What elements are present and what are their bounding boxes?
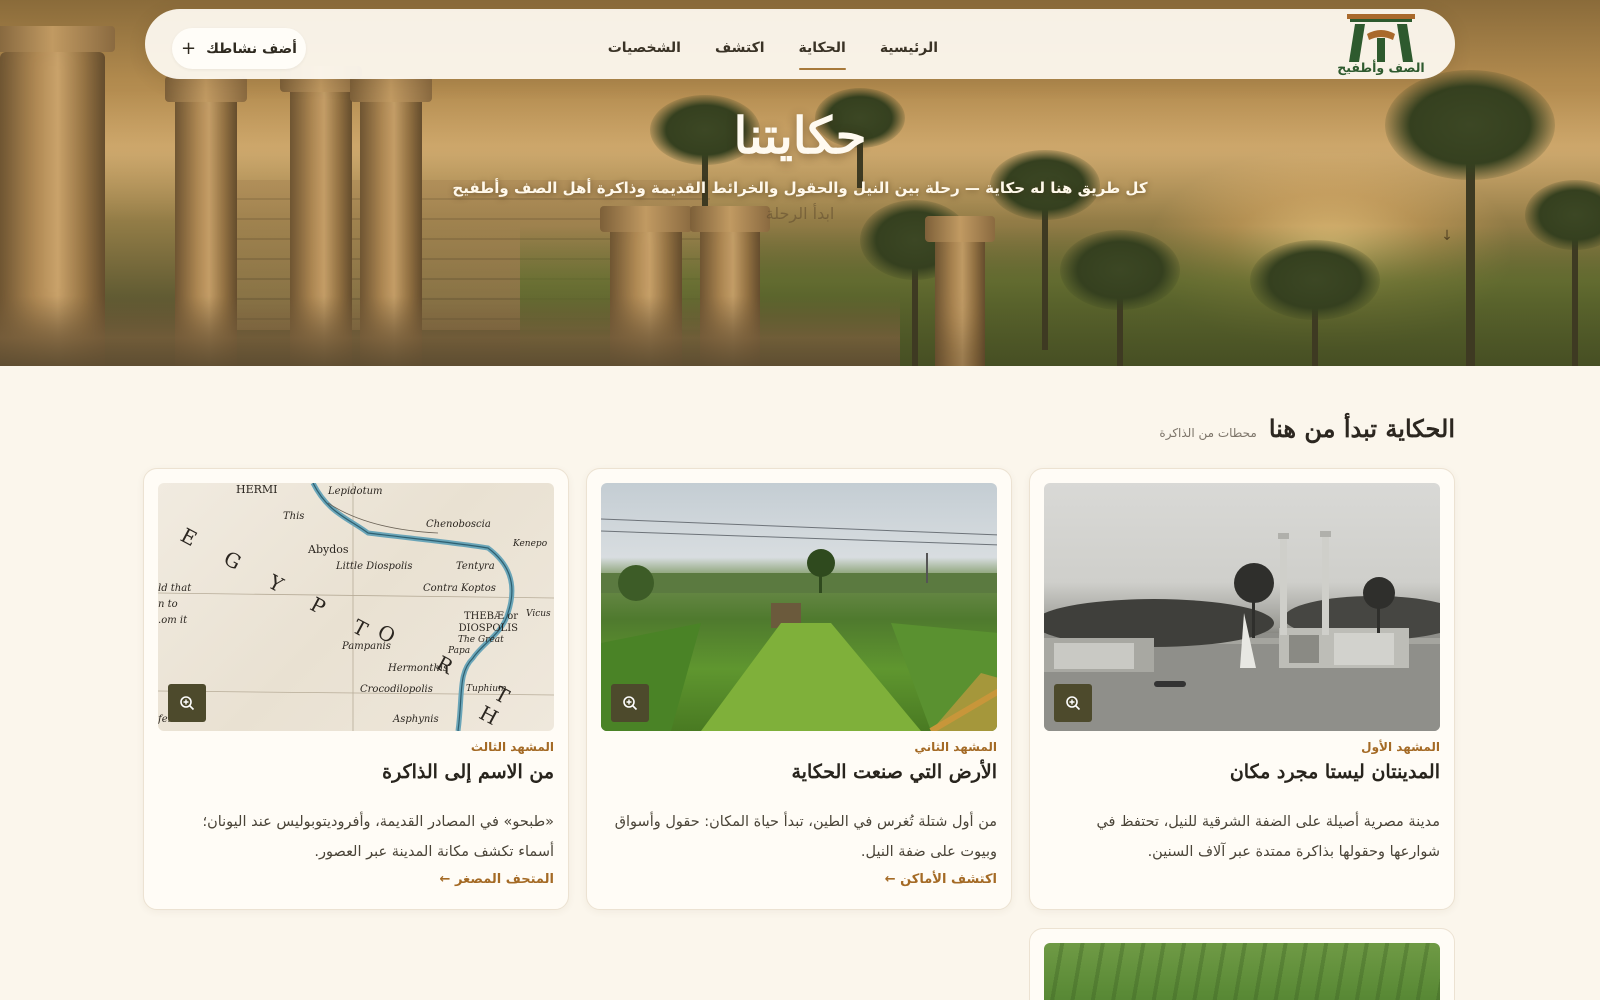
logo-text: الصف وأطفيح bbox=[1337, 60, 1425, 75]
nav-link-discover[interactable]: اكتشف bbox=[698, 9, 782, 79]
nav-link-characters[interactable]: الشخصيات bbox=[591, 9, 698, 79]
card-description: «طبحو» في المصادر القديمة، وأفروديتوبولي… bbox=[202, 814, 554, 860]
section-title: الحكاية تبدأ من هنا bbox=[1268, 414, 1455, 443]
palm-tree bbox=[1250, 240, 1380, 366]
map-label: Vicus bbox=[526, 609, 551, 619]
zoom-button[interactable] bbox=[168, 684, 206, 722]
mini-museum-link[interactable]: المتحف المصغر ← bbox=[440, 872, 554, 887]
site-logo[interactable]: الصف وأطفيح bbox=[1337, 12, 1425, 78]
card-description: مدينة مصرية أصيلة على الضفة الشرقية للني… bbox=[1096, 814, 1440, 860]
hero-ground bbox=[0, 296, 900, 366]
map-label: Chenoboscia bbox=[426, 519, 491, 530]
nav-links: الرئيسية الحكاية اكتشف الشخصيات bbox=[591, 9, 955, 79]
section-subtitle: محطات من الذاكرة bbox=[1159, 426, 1257, 440]
story-card-3[interactable]: HERMI Lepidotum This Chenoboscia Kenepo … bbox=[143, 468, 569, 910]
map-label: Lepidotum bbox=[328, 486, 383, 497]
hero-subtitle: كل طريق هنا له حكاية — رحلة بين النيل وا… bbox=[452, 179, 1148, 197]
map-label: ld that bbox=[158, 583, 192, 594]
zoom-button[interactable] bbox=[1054, 684, 1092, 722]
map-label: HERMI bbox=[236, 483, 278, 496]
section-header: الحكاية تبدأ من هنا محطات من الذاكرة bbox=[1159, 414, 1455, 443]
map-label: This bbox=[283, 511, 305, 522]
card-title: المدينتان ليستا مجرد مكان bbox=[1229, 761, 1440, 783]
card-kicker: المشهد الأول bbox=[1361, 740, 1440, 754]
zoom-in-icon bbox=[623, 696, 638, 711]
story-card-4[interactable] bbox=[1029, 928, 1455, 1000]
start-journey-link[interactable]: ابدأ الرحلة bbox=[0, 204, 1600, 223]
map-label: The Great bbox=[458, 635, 504, 645]
map-label: Kenepo bbox=[513, 539, 548, 549]
card-image-fields bbox=[601, 483, 997, 731]
nav-link-story[interactable]: الحكاية bbox=[782, 9, 863, 79]
card-title: من الاسم إلى الذاكرة bbox=[382, 761, 554, 783]
card-title: الأرض التي صنعت الحكاية bbox=[791, 761, 997, 783]
fields-illustration bbox=[601, 518, 997, 731]
add-activity-label: أضف نشاطك bbox=[206, 40, 297, 57]
plus-icon: + bbox=[181, 37, 197, 59]
zoom-in-icon bbox=[180, 696, 195, 711]
card-image-old-map: HERMI Lepidotum This Chenoboscia Kenepo … bbox=[158, 483, 554, 731]
arrow-down-icon[interactable]: ↓ bbox=[1440, 228, 1454, 244]
card-image-nile-town bbox=[1044, 483, 1440, 731]
nile-town-illustration bbox=[1044, 531, 1440, 731]
map-label: om it. bbox=[158, 615, 188, 626]
map-label: Abydos bbox=[308, 543, 349, 556]
zoom-in-icon bbox=[1066, 696, 1081, 711]
add-activity-button[interactable]: أضف نشاطك + bbox=[172, 28, 306, 69]
explore-places-link[interactable]: اكتشف الأماكن ← bbox=[885, 872, 997, 887]
card-kicker: المشهد الثالث bbox=[470, 740, 554, 754]
card-image-crops bbox=[1044, 943, 1440, 1000]
card-description: من أول شتلة تُغرس في الطين، تبدأ حياة ال… bbox=[614, 814, 997, 860]
card-kicker: المشهد الثاني bbox=[914, 740, 997, 754]
nav-link-home[interactable]: الرئيسية bbox=[863, 9, 955, 79]
map-label: Asphynis bbox=[393, 714, 439, 725]
map-label: n to bbox=[158, 599, 178, 610]
hero-title: حكايتنا bbox=[733, 106, 867, 165]
zoom-button[interactable] bbox=[611, 684, 649, 722]
story-card-2[interactable]: المشهد الثاني الأرض التي صنعت الحكاية من… bbox=[586, 468, 1012, 910]
temple-pillar bbox=[925, 216, 995, 366]
map-label: Contra Koptos bbox=[423, 583, 496, 594]
story-card-1[interactable]: المشهد الأول المدينتان ليستا مجرد مكان م… bbox=[1029, 468, 1455, 910]
map-label: THEBÆ or DIOSPOLIS bbox=[458, 611, 518, 634]
main-navbar: الصف وأطفيح الرئيسية الحكاية اكتشف الشخص… bbox=[145, 9, 1455, 79]
map-label: Little Diospolis bbox=[336, 561, 413, 572]
map-label: Tentyra bbox=[456, 561, 495, 572]
